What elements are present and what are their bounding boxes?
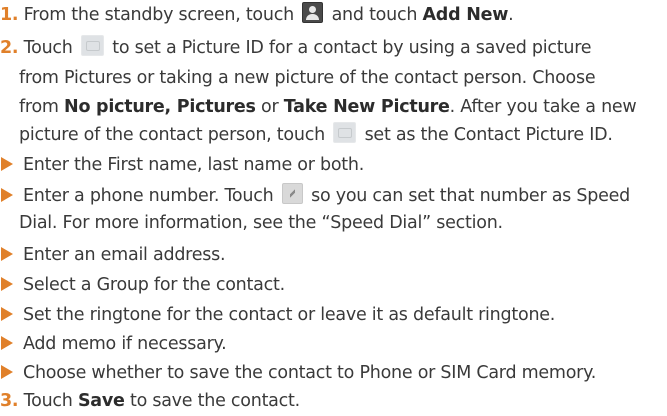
- bullet-name: Enter the First name, last name or both.: [0, 150, 364, 180]
- bullet-phone-line-2: Dial. For more information, see the “Spe…: [19, 213, 503, 233]
- take-new-picture-label: Take New Picture: [283, 97, 450, 117]
- picture-id-icon: [80, 35, 104, 56]
- step-number: 3.: [0, 391, 19, 411]
- step-2-line-4: picture of the contact person, touch set…: [19, 120, 613, 150]
- bullet-arrow-icon: [1, 336, 13, 350]
- bullet-ringtone: Set the ringtone for the contact or leav…: [0, 300, 555, 330]
- bullet-arrow-icon: [1, 365, 13, 379]
- bullet-arrow-icon: [1, 277, 13, 291]
- bullet-phone: Enter a phone number. Touch so you can s…: [0, 181, 630, 211]
- option-labels: No picture, Pictures: [64, 97, 256, 117]
- add-new-label: Add New: [422, 5, 509, 25]
- step-2-line-3: from No picture, Pictures or Take New Pi…: [19, 97, 637, 117]
- step-number: 1.: [0, 5, 19, 25]
- bullet-memo: Add memo if necessary.: [0, 329, 227, 359]
- bullet-arrow-icon: [1, 157, 13, 171]
- bullet-email: Enter an email address.: [0, 240, 226, 270]
- step-number: 2.: [0, 38, 19, 58]
- step-2: 2. Touch to set a Picture ID for a conta…: [0, 33, 592, 63]
- step-2-line-2: from Pictures or taking a new picture of…: [19, 68, 596, 88]
- bullet-arrow-icon: [1, 247, 13, 261]
- speed-dial-icon: [281, 183, 303, 204]
- picture-id-icon: [333, 122, 357, 143]
- save-label: Save: [77, 391, 125, 411]
- bullet-group: Select a Group for the contact.: [0, 270, 285, 300]
- bullet-arrow-icon: [1, 307, 13, 321]
- bullet-memory: Choose whether to save the contact to Ph…: [0, 358, 596, 388]
- contacts-icon: [302, 2, 324, 23]
- step-1: 1. From the standby screen, touch and to…: [0, 0, 514, 30]
- step-3: 3. Touch Save to save the contact.: [0, 386, 300, 416]
- bullet-arrow-icon: [1, 188, 13, 202]
